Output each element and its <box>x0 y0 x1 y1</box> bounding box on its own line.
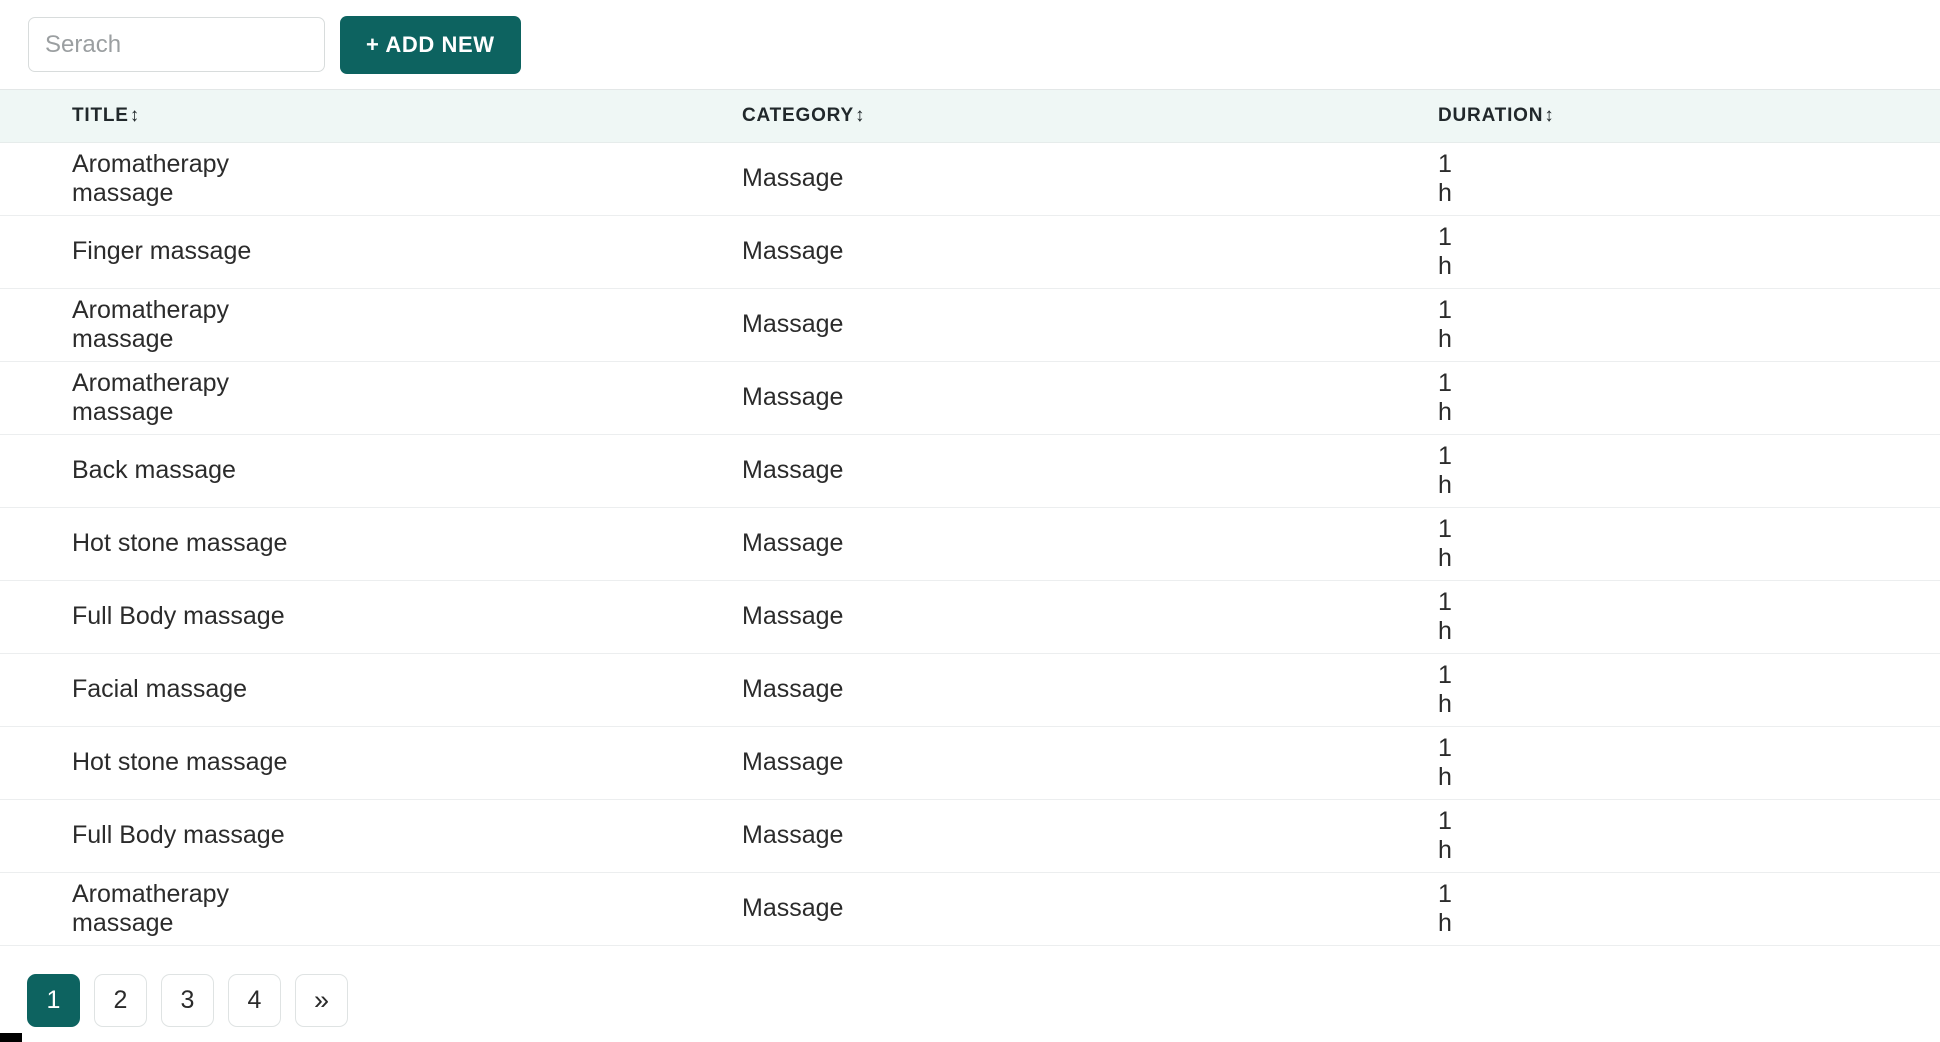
table-row: Hot stone massageMassage1 h180.00EditDel… <box>0 726 1940 800</box>
cell-category: Massage <box>335 507 843 581</box>
cell-duration: 1 h <box>742 872 1452 946</box>
cell-category: Massage <box>335 434 843 508</box>
cell-price: 75.00 <box>1438 361 1940 435</box>
services-table: TITLE ↕ CATEGORY ↕ DURATION ↕ Aromathera… <box>0 90 1940 946</box>
cell-price: 120.00 <box>1438 215 1940 289</box>
cell-duration: 1 h <box>742 361 1452 435</box>
cell-title: Hot stone massage <box>0 507 335 581</box>
cell-duration: 1 h <box>742 434 1452 508</box>
cell-price: 230.00 <box>1438 799 1940 873</box>
cell-category: Massage <box>335 361 843 435</box>
cell-title: Full Body massage <box>0 799 335 873</box>
scrollbar-corner-mark <box>0 1033 22 1042</box>
cell-duration: 1 h <box>742 507 1452 581</box>
column-header-title-label: TITLE <box>72 104 129 126</box>
cell-price: 75.00 <box>1438 288 1940 362</box>
table-header-row: TITLE ↕ CATEGORY ↕ DURATION ↕ <box>0 90 1940 143</box>
cell-duration: 1 h <box>742 288 1452 362</box>
next-page-button[interactable]: » <box>295 974 348 1027</box>
page-button-3[interactable]: 3 <box>161 974 214 1027</box>
cell-duration: 1 h <box>742 580 1452 654</box>
cell-price: 99.00 <box>1438 434 1940 508</box>
cell-category: Massage <box>335 726 843 800</box>
cell-category: Massage <box>335 872 843 946</box>
table-row: Facial massageMassage1 h85.00EditDelete <box>0 653 1940 727</box>
service-list-page: + ADD NEW TITLE ↕ CATEGORY ↕ <box>0 0 1940 1042</box>
cell-duration: 1 h <box>742 142 1452 216</box>
cell-title: Hot stone massage <box>0 726 335 800</box>
page-button-1[interactable]: 1 <box>27 974 80 1027</box>
table-body: Aromatherapy massageMassage1 h75.00EditD… <box>0 142 1940 946</box>
table-row: Aromatherapy massageMassage1 h75.00EditD… <box>0 361 1940 435</box>
toolbar: + ADD NEW <box>0 0 1940 90</box>
search-input[interactable] <box>28 17 325 72</box>
page-button-4[interactable]: 4 <box>228 974 281 1027</box>
table-row: Aromatherapy massageMassage1 h75.00EditD… <box>0 288 1940 362</box>
cell-title: Full Body massage <box>0 580 335 654</box>
column-header-category[interactable]: CATEGORY ↕ <box>335 90 864 143</box>
cell-duration: 1 h <box>742 215 1452 289</box>
table-row: Full Body massageMassage1 h230.00EditDel… <box>0 580 1940 654</box>
cell-price: 85.00 <box>1438 653 1940 727</box>
page-button-2[interactable]: 2 <box>94 974 147 1027</box>
sort-updown-icon[interactable]: ↕ <box>130 106 140 125</box>
cell-title: Back massage <box>0 434 335 508</box>
services-table-wrapper: TITLE ↕ CATEGORY ↕ DURATION ↕ Aromathera… <box>0 90 1940 946</box>
pagination: 1 2 3 4 » <box>0 945 1940 1042</box>
table-row: Back massageMassage1 h99.00EditDelete <box>0 434 1940 508</box>
cell-category: Massage <box>335 653 843 727</box>
column-header-title[interactable]: TITLE ↕ <box>0 90 335 143</box>
cell-price: 230.00 <box>1438 580 1940 654</box>
table-row: Aromatherapy massageMassage1 h75.00EditD… <box>0 142 1940 216</box>
cell-price: 180.00 <box>1438 726 1940 800</box>
sort-updown-icon[interactable]: ↕ <box>1544 106 1554 125</box>
column-header-duration-label: DURATION <box>1438 104 1544 126</box>
cell-title: Aromatherapy massage <box>0 361 335 435</box>
cell-category: Massage <box>335 799 843 873</box>
cell-category: Massage <box>335 142 843 216</box>
cell-price: 75.00 <box>1438 142 1940 216</box>
cell-title: Aromatherapy massage <box>0 288 335 362</box>
table-row: Full Body massageMassage1 h230.00EditDel… <box>0 799 1940 873</box>
column-header-category-label: CATEGORY <box>742 104 854 126</box>
cell-duration: 1 h <box>742 653 1452 727</box>
sort-updown-icon[interactable]: ↕ <box>855 106 865 125</box>
table-row: Finger massageMassage1 h120.00EditDelete <box>0 215 1940 289</box>
cell-category: Massage <box>335 215 843 289</box>
cell-duration: 1 h <box>742 799 1452 873</box>
cell-category: Massage <box>335 288 843 362</box>
cell-category: Massage <box>335 580 843 654</box>
table-header: TITLE ↕ CATEGORY ↕ DURATION ↕ <box>0 90 1940 143</box>
cell-price: 180.00 <box>1438 507 1940 581</box>
cell-title: Aromatherapy massage <box>0 142 335 216</box>
cell-price: 75.00 <box>1438 872 1940 946</box>
add-new-button[interactable]: + ADD NEW <box>340 15 521 74</box>
cell-title: Finger massage <box>0 215 335 289</box>
cell-title: Aromatherapy massage <box>0 872 335 946</box>
table-row: Hot stone massageMassage1 h180.00EditDel… <box>0 507 1940 581</box>
cell-title: Facial massage <box>0 653 335 727</box>
cell-duration: 1 h <box>742 726 1452 800</box>
table-row: Aromatherapy massageMassage1 h75.00EditD… <box>0 872 1940 946</box>
